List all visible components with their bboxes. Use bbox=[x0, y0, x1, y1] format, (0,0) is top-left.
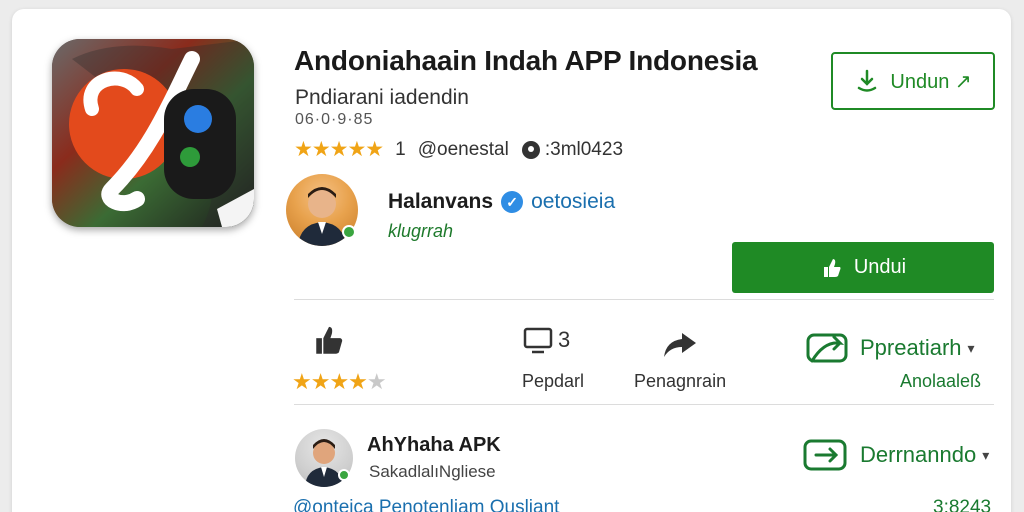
thumbs-up-icon bbox=[316, 326, 343, 354]
screens-count: 3 bbox=[558, 327, 571, 352]
stats-stars: ★★★★★ bbox=[292, 369, 387, 395]
divider bbox=[294, 404, 994, 405]
footer-count: 3:8243 bbox=[933, 497, 992, 512]
thumbs-up-icon bbox=[823, 258, 841, 277]
stats-star-empty: ★ bbox=[366, 369, 387, 394]
chevron-down-icon: ▾ bbox=[967, 339, 975, 356]
developer-subtitle: klugrrah bbox=[388, 221, 454, 241]
stats-stars-filled: ★★★★ bbox=[292, 369, 368, 394]
location-pin-icon bbox=[521, 140, 540, 159]
developer-name[interactable]: Halanvans bbox=[388, 190, 493, 214]
developer-name-row: Halanvans ✓ oetosieia bbox=[388, 190, 615, 214]
preview-link-label: Ppreatiarh ▾ bbox=[860, 335, 975, 360]
undun-button-label: Undun ↗ bbox=[890, 70, 972, 93]
app-subtitle: Pndiarani iadendin bbox=[295, 86, 469, 109]
app-size: 06·0·9·85 bbox=[295, 111, 374, 128]
rating-stars: ★★★★★ bbox=[294, 138, 384, 161]
like-icon-wrap[interactable] bbox=[312, 324, 346, 363]
share-arrow-icon bbox=[664, 333, 696, 357]
screens-stat[interactable]: 3 bbox=[522, 325, 570, 355]
divider bbox=[294, 299, 994, 300]
app-handle[interactable]: @oenestal bbox=[418, 139, 509, 161]
app-title: Andoniahaain Indah APP Indonesia bbox=[294, 45, 758, 76]
undui-install-button[interactable]: Undui bbox=[732, 242, 994, 293]
online-indicator bbox=[342, 225, 356, 239]
download-action-label: Derrnanndo ▾ bbox=[860, 442, 990, 467]
online-indicator bbox=[338, 469, 350, 481]
download-hand-icon bbox=[858, 69, 877, 92]
preview-link[interactable]: Ppreatiarh ▾ bbox=[804, 329, 975, 367]
footer-link[interactable]: @onteica Penotenliam Ousliant bbox=[293, 497, 559, 512]
rating-row: ★★★★★ 1 @oenestal :3ml0423 bbox=[294, 137, 623, 162]
undui-button-label: Undui bbox=[853, 256, 907, 278]
app-icon bbox=[52, 39, 254, 227]
download-action[interactable]: Derrnanndo ▾ bbox=[802, 437, 989, 473]
app-detail-card: Andoniahaain Indah APP Indonesia Pndiara… bbox=[12, 9, 1011, 512]
reviewer-subtitle: SakadlalıNgliese bbox=[369, 462, 496, 481]
monitor-icon bbox=[523, 327, 553, 354]
preview-sub: Anolaaleß bbox=[900, 371, 982, 391]
developer-verified-tag: oetosieia bbox=[531, 190, 616, 213]
location-group: :3ml0423 bbox=[521, 139, 623, 161]
verified-check-icon: ✓ bbox=[501, 191, 524, 213]
download-device-icon bbox=[803, 439, 847, 471]
share-icon-wrap[interactable] bbox=[662, 329, 698, 364]
app-logo-icon bbox=[52, 39, 254, 227]
preview-hand-icon bbox=[806, 333, 848, 363]
screens-label: Pepdarl bbox=[522, 371, 585, 391]
rating-count: 1 bbox=[395, 138, 406, 160]
reviewer-name[interactable]: AhYhaha APK bbox=[367, 434, 501, 457]
location-text: :3ml0423 bbox=[544, 138, 624, 160]
chevron-down-icon: ▾ bbox=[982, 446, 990, 463]
undun-header-button[interactable]: Undun ↗ bbox=[831, 52, 995, 110]
share-label: Penagnrain bbox=[634, 371, 727, 391]
